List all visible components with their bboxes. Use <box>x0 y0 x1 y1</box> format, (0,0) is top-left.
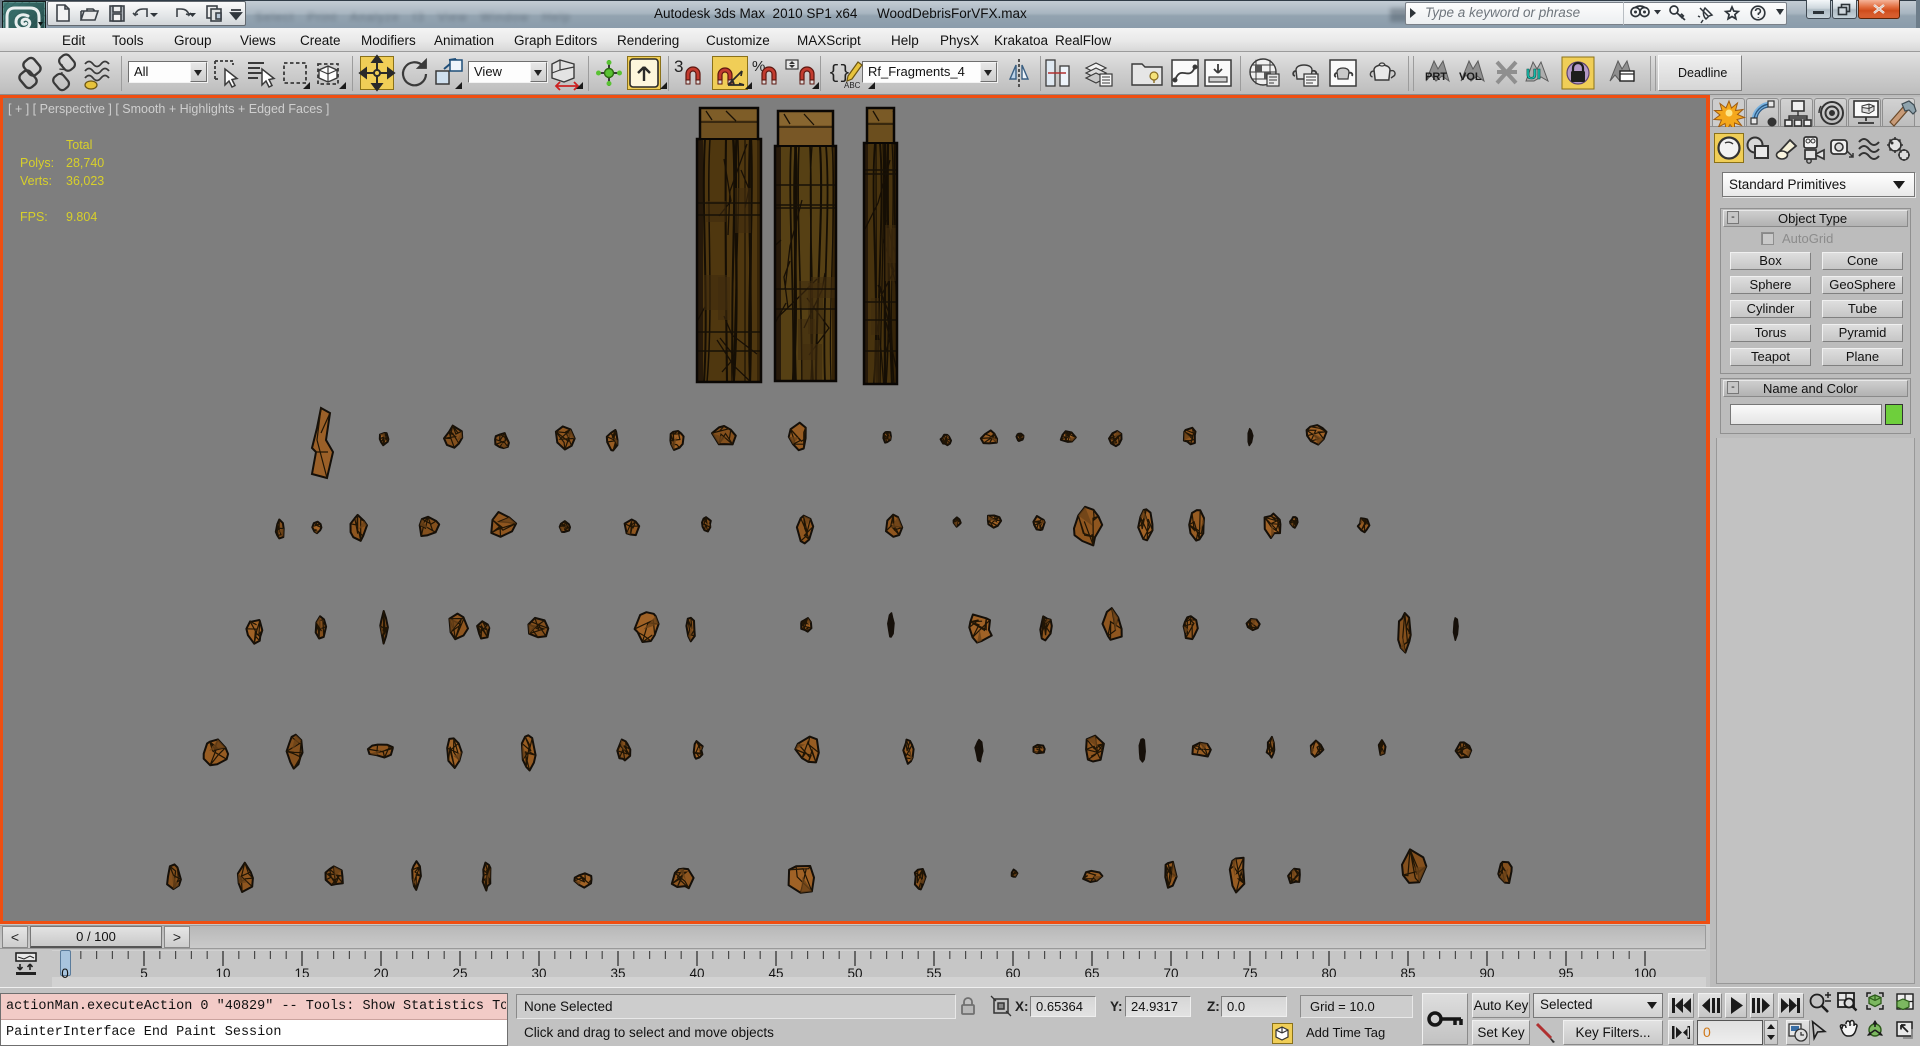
svg-text:ABC: ABC <box>844 81 861 90</box>
svg-text:UI: UI <box>1526 66 1541 83</box>
svg-text:3: 3 <box>674 57 683 76</box>
svg-text:PRT: PRT <box>1425 71 1447 83</box>
svg-text:VOL: VOL <box>1459 71 1482 83</box>
